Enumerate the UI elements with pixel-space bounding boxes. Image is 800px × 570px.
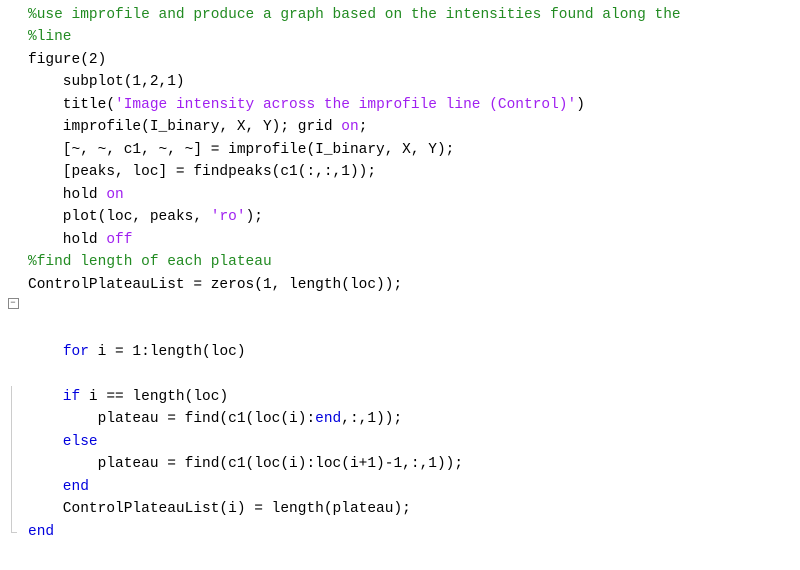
- code-line: hold off: [0, 229, 800, 251]
- code-line: figure(2): [0, 49, 800, 71]
- code-editor[interactable]: %use improfile and produce a graph based…: [0, 0, 800, 570]
- comment-text: %find length of each plateau: [28, 254, 272, 270]
- code-line: − for i = 1:length(loc): [0, 296, 800, 386]
- code-text: subplot: [28, 74, 124, 90]
- code-line: %find length of each plateau: [0, 251, 800, 273]
- fold-end-icon: [11, 521, 12, 532]
- code-text: (2): [80, 52, 106, 68]
- fold-line-icon: [11, 476, 12, 498]
- code-text: [~, ~, c1, ~, ~] = improfile(I_binary, X…: [28, 142, 454, 158]
- code-line: plateau = find(c1(loc(i):end,:,1));: [0, 408, 800, 430]
- code-text: [peaks, loc] = findpeaks(c1(:,:,1));: [28, 164, 376, 180]
- string-text: 'Image intensity across the improfile li…: [115, 97, 576, 113]
- string-text: on: [341, 119, 358, 135]
- code-text: (: [106, 97, 115, 113]
- code-line: else: [0, 431, 800, 453]
- code-line: ControlPlateauList = zeros(1, length(loc…: [0, 274, 800, 296]
- code-text: title: [28, 97, 106, 113]
- code-line: ControlPlateauList(i) = length(plateau);: [0, 498, 800, 520]
- code-line: improfile(I_binary, X, Y); grid on;: [0, 116, 800, 138]
- code-line: end: [0, 521, 800, 543]
- code-line: plateau = find(c1(loc(i):loc(i+1)-1,:,1)…: [0, 453, 800, 475]
- string-text: off: [106, 232, 132, 248]
- code-line: if i == length(loc): [0, 386, 800, 408]
- code-text: hold: [28, 187, 98, 203]
- fold-line-icon: [11, 453, 12, 475]
- code-line: hold on: [0, 184, 800, 206]
- code-text: hold: [28, 232, 98, 248]
- code-line: [peaks, loc] = findpeaks(c1(:,:,1));: [0, 161, 800, 183]
- comment-text: %line: [28, 29, 72, 45]
- code-text: ControlPlateauList = zeros(1, length(loc…: [28, 277, 402, 293]
- code-line: %use improfile and produce a graph based…: [0, 4, 800, 26]
- code-text: (loc, peaks,: [98, 209, 211, 225]
- fold-line-icon: [11, 386, 12, 408]
- code-text: ,:,1));: [341, 411, 402, 427]
- code-text: improfile: [28, 119, 141, 135]
- fold-line-icon: [11, 408, 12, 430]
- code-text: [333, 119, 342, 135]
- code-text: grid: [298, 119, 333, 135]
- keyword-text: if: [28, 389, 80, 405]
- fold-line-icon: [11, 498, 12, 520]
- code-text: ControlPlateauList(i) = length(plateau);: [28, 501, 411, 517]
- code-text: );: [246, 209, 263, 225]
- code-line: %line: [0, 26, 800, 48]
- string-text: 'ro': [211, 209, 246, 225]
- keyword-text: else: [28, 434, 98, 450]
- code-text: (1,2,1): [124, 74, 185, 90]
- code-line: plot(loc, peaks, 'ro');: [0, 206, 800, 228]
- fold-gutter[interactable]: −: [6, 296, 20, 310]
- code-text: ): [576, 97, 585, 113]
- keyword-text: end: [315, 411, 341, 427]
- code-text: plot: [28, 209, 98, 225]
- code-text: plateau = find(c1(loc(i):loc(i+1)-1,:,1)…: [28, 456, 463, 472]
- code-text: figure: [28, 52, 80, 68]
- code-line: subplot(1,2,1): [0, 71, 800, 93]
- code-text: i == length(loc): [80, 389, 228, 405]
- code-line: [~, ~, c1, ~, ~] = improfile(I_binary, X…: [0, 139, 800, 161]
- keyword-text: end: [28, 524, 54, 540]
- code-line: title('Image intensity across the improf…: [0, 94, 800, 116]
- comment-text: %use improfile and produce a graph based…: [28, 7, 681, 23]
- fold-minus-icon: −: [8, 298, 19, 309]
- code-text: plateau = find(c1(loc(i):: [28, 411, 315, 427]
- code-text: ;: [359, 119, 368, 135]
- code-text: (I_binary, X, Y);: [141, 119, 298, 135]
- keyword-text: for: [63, 344, 89, 360]
- keyword-text: end: [28, 479, 89, 495]
- code-text: i = 1:length(loc): [89, 344, 246, 360]
- fold-line-icon: [11, 431, 12, 453]
- code-line: end: [0, 476, 800, 498]
- string-text: on: [106, 187, 123, 203]
